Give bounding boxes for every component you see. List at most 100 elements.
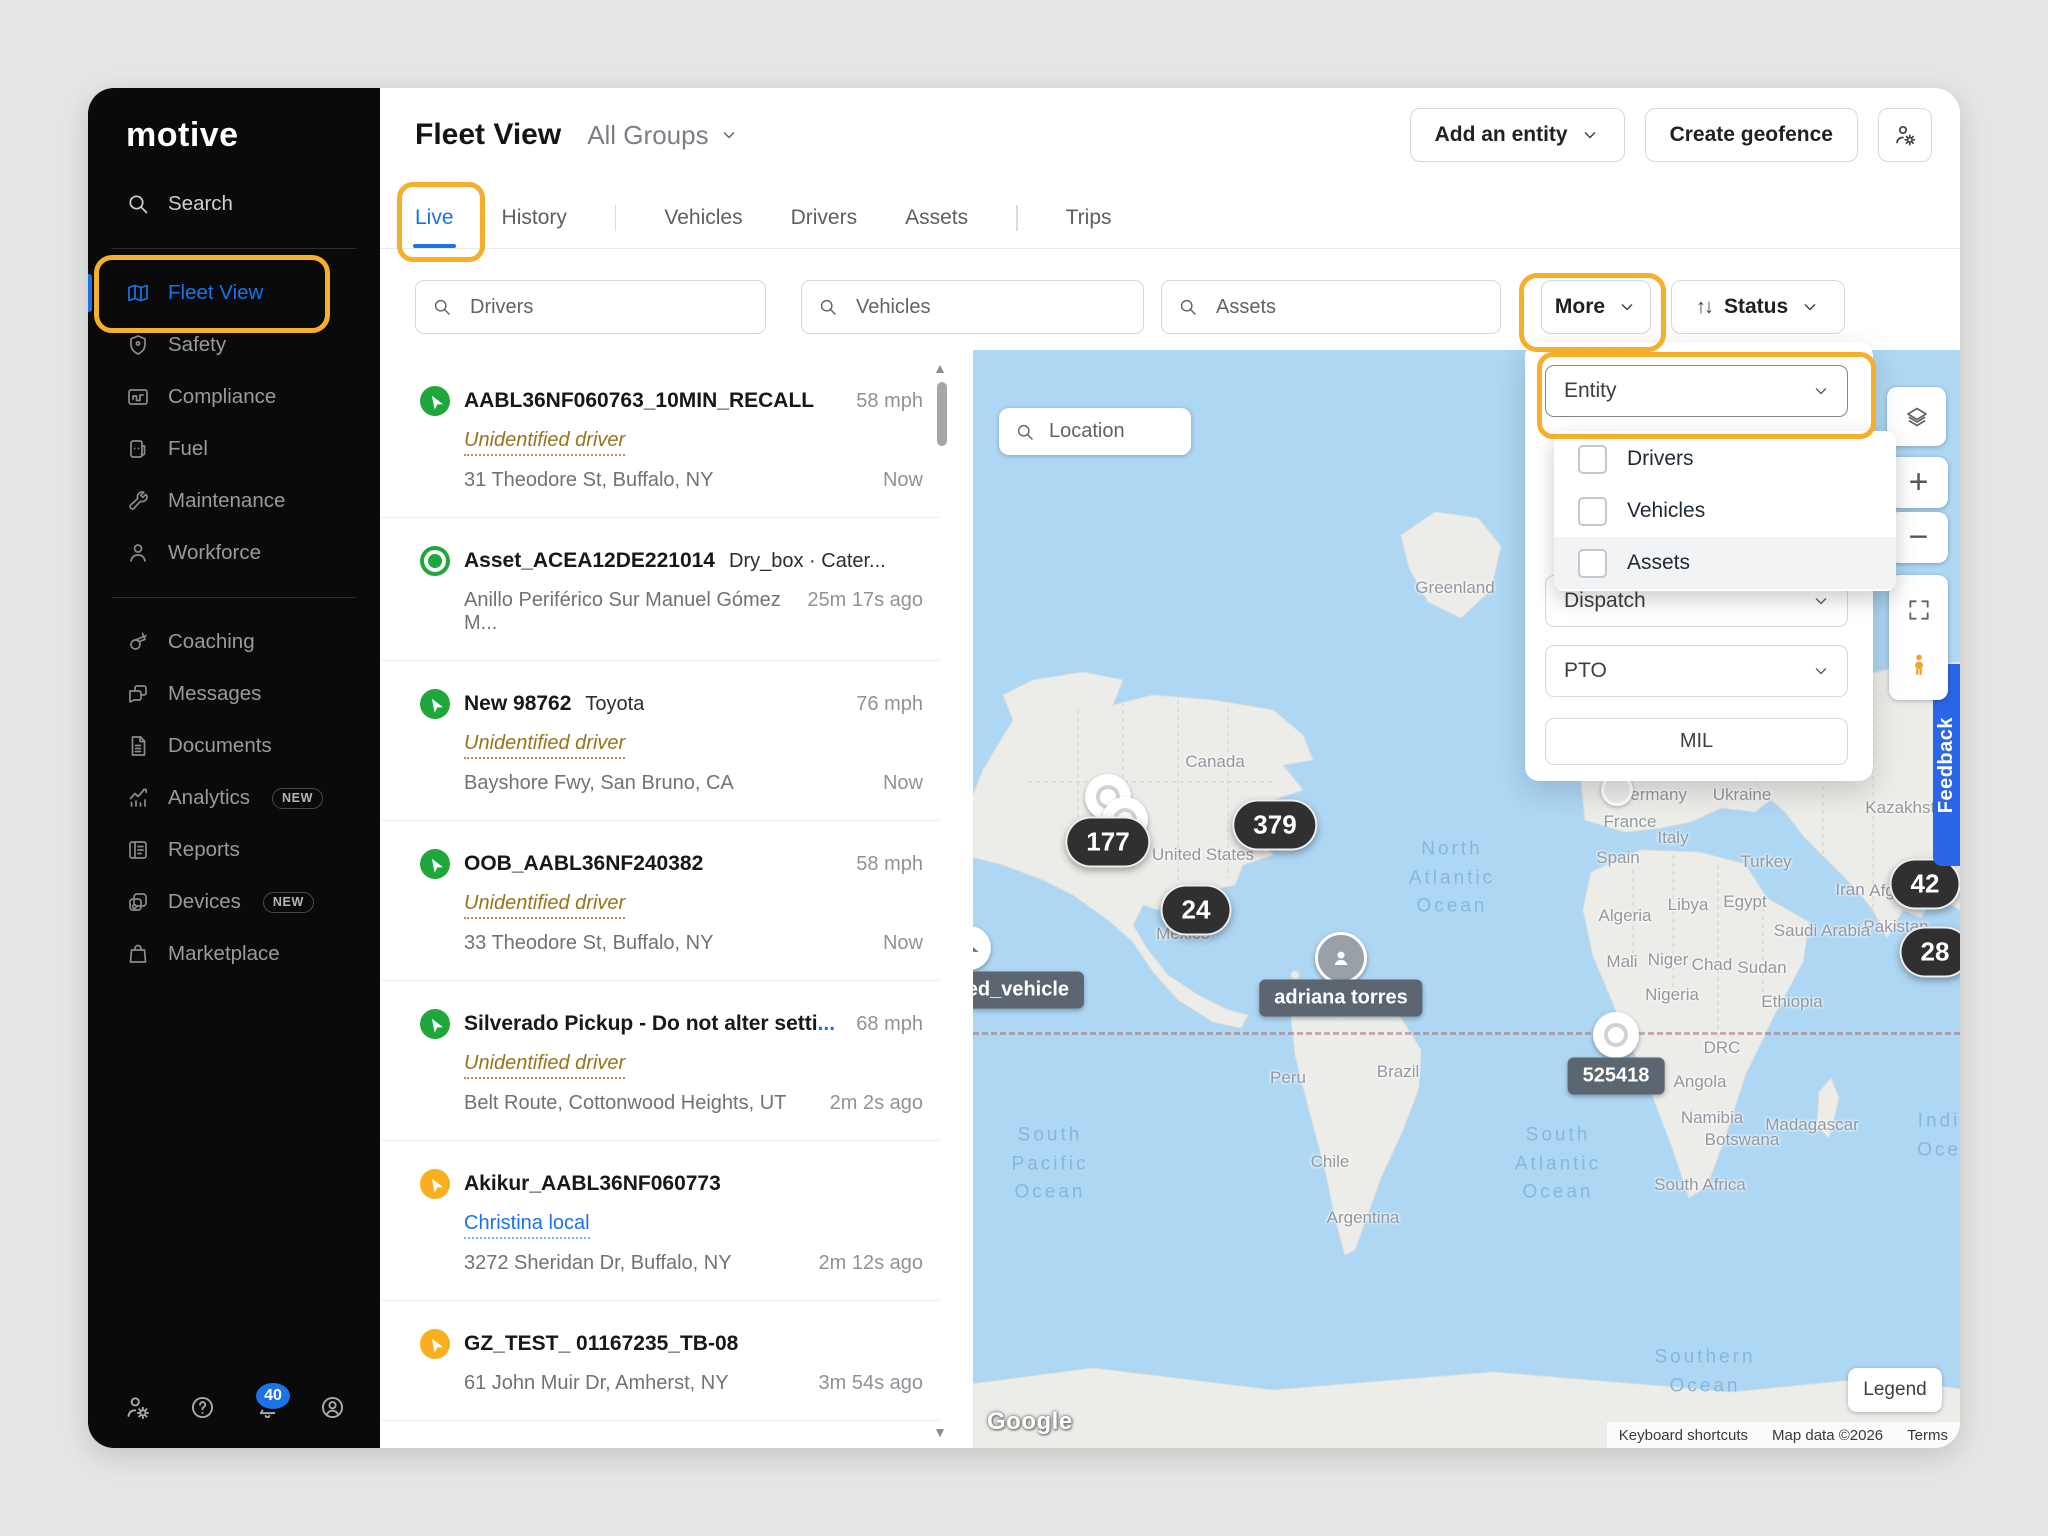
help-icon [189, 1394, 216, 1421]
group-filter-dropdown[interactable]: All Groups [587, 120, 738, 151]
assets-search-field[interactable] [1214, 295, 1492, 320]
driver-link[interactable]: Unidentified driver [464, 892, 625, 919]
drivers-search-input[interactable] [415, 280, 766, 334]
list-item-jim-dump-trailer[interactable]: Jim Dump TrailerDump_tipper · Horizon L.… [380, 1421, 953, 1448]
tab-history[interactable]: History [502, 188, 567, 248]
tab-trips[interactable]: Trips [1066, 188, 1112, 248]
last-update-time: Now [871, 469, 923, 492]
list-item-asset-acea12de221014[interactable]: Asset_ACEA12DE221014Dry_box · Cater...An… [380, 518, 953, 661]
entity-option-drivers[interactable]: Drivers [1554, 433, 1896, 485]
entity-option-assets[interactable]: Assets [1554, 537, 1896, 589]
map-icon [126, 281, 150, 305]
entity-select[interactable]: Entity [1545, 365, 1848, 417]
sidebar-item-marketplace[interactable]: Marketplace [88, 928, 380, 980]
list-item-row: GZ_TEST_ 01167235_TB-08 [420, 1329, 923, 1359]
sidebar-item-fleet-view[interactable]: Fleet View [88, 267, 380, 319]
list-item-oob-aabl36nf240382[interactable]: OOB_AABL36NF24038258 mphUnidentified dri… [380, 821, 953, 981]
map-entity-label[interactable]: adriana torres [1259, 980, 1422, 1017]
list-item-row: Silverado Pickup - Do not alter setti...… [420, 1009, 923, 1039]
tab-vehicles[interactable]: Vehicles [664, 188, 742, 248]
more-filters-button[interactable]: More [1541, 280, 1651, 334]
sidebar-item-workforce[interactable]: Workforce [88, 527, 380, 579]
sidebar-item-search[interactable]: Search [88, 178, 380, 230]
map-person-marker[interactable] [1315, 932, 1367, 984]
map-zoom-out-button[interactable]: − [1889, 512, 1948, 563]
map-cluster-badge[interactable]: 28 [1900, 927, 1960, 978]
sidebar-item-label: Fleet View [168, 281, 263, 305]
scroll-down-arrow[interactable]: ▼ [933, 1424, 947, 1440]
account-button[interactable] [319, 1394, 346, 1426]
fuel-icon [126, 437, 150, 461]
tab-drivers[interactable]: Drivers [791, 188, 858, 248]
assets-search-input[interactable] [1161, 280, 1501, 334]
status-sort-button[interactable]: ↑↓ Status [1671, 280, 1845, 334]
country-label: Ukraine [1713, 785, 1772, 805]
truncation-ellipsis: ... [818, 1012, 836, 1035]
list-item-silverado-pickup-do-not-alter-setti[interactable]: Silverado Pickup - Do not alter setti...… [380, 981, 953, 1141]
scroll-up-arrow[interactable]: ▲ [933, 360, 947, 376]
sidebar-item-devices[interactable]: DevicesNEW [88, 876, 380, 928]
map-layers-button[interactable] [1887, 387, 1946, 446]
attribution-item[interactable]: Terms [1895, 1427, 1960, 1444]
vehicle-speed: 58 mph [856, 853, 923, 876]
search-icon [432, 297, 452, 317]
tab-assets[interactable]: Assets [905, 188, 968, 248]
sidebar-item-analytics[interactable]: AnalyticsNEW [88, 772, 380, 824]
list-item-aabl36nf060763-10min-recall[interactable]: AABL36NF060763_10MIN_RECALL58 mphUnident… [380, 358, 953, 518]
fullscreen-icon[interactable] [1906, 597, 1932, 623]
pto-select[interactable]: PTO [1545, 645, 1848, 697]
chevron-down-icon [1617, 297, 1637, 317]
driver-link[interactable]: Christina local [464, 1212, 590, 1239]
map-cluster-badge[interactable]: 24 [1161, 885, 1232, 936]
page-title: Fleet View [415, 118, 561, 152]
country-label: United States [1152, 845, 1254, 865]
checkbox-drivers[interactable] [1578, 445, 1607, 474]
vehicles-search-field[interactable] [854, 295, 1135, 320]
create-geofence-button[interactable]: Create geofence [1645, 108, 1858, 162]
scrollbar-thumb[interactable] [937, 382, 947, 446]
sidebar-item-safety[interactable]: Safety [88, 319, 380, 371]
list-item-new-98762[interactable]: New 98762Toyota76 mphUnidentified driver… [380, 661, 953, 821]
list-item-akikur-aabl36nf060773[interactable]: Akikur_AABL36NF060773Christina local3272… [380, 1141, 953, 1301]
list-item-gz-test-01167235-tb-08[interactable]: GZ_TEST_ 01167235_TB-0861 John Muir Dr, … [380, 1301, 953, 1421]
admin-user-button[interactable] [1878, 108, 1932, 162]
driver-link[interactable]: Unidentified driver [464, 1052, 625, 1079]
sidebar-item-compliance[interactable]: Compliance [88, 371, 380, 423]
checkbox-assets[interactable] [1578, 549, 1607, 578]
map-cluster-badge[interactable]: 379 [1232, 800, 1317, 851]
entity-option-vehicles[interactable]: Vehicles [1554, 485, 1896, 537]
driver-link[interactable]: Unidentified driver [464, 732, 625, 759]
map-location-search[interactable]: Location [999, 408, 1191, 455]
attribution-item[interactable]: Keyboard shortcuts [1607, 1427, 1760, 1444]
mil-button[interactable]: MIL [1545, 718, 1848, 765]
sidebar-item-maintenance[interactable]: Maintenance [88, 475, 380, 527]
checkbox-vehicles[interactable] [1578, 497, 1607, 526]
map-vehicle-marker[interactable] [1593, 1012, 1639, 1058]
sidebar-item-messages[interactable]: Messages [88, 668, 380, 720]
sidebar-item-coaching[interactable]: Coaching [88, 616, 380, 668]
admin-settings-button[interactable] [124, 1394, 151, 1426]
attribution-item[interactable]: Map data ©2026 [1760, 1427, 1895, 1444]
notifications-button[interactable]: 40 [254, 1394, 281, 1426]
list-item-row: Akikur_AABL36NF060773 [420, 1169, 923, 1199]
driver-link[interactable]: Unidentified driver [464, 429, 625, 456]
help-button[interactable] [189, 1394, 216, 1426]
vehicles-search-input[interactable] [801, 280, 1144, 334]
sidebar-item-label: Devices [168, 890, 241, 914]
pegman-icon[interactable] [1906, 652, 1932, 678]
sidebar-item-documents[interactable]: Documents [88, 720, 380, 772]
add-entity-button[interactable]: Add an entity [1410, 108, 1625, 162]
map-entity-label[interactable]: 525418 [1568, 1058, 1665, 1095]
tab-live[interactable]: Live [415, 188, 454, 248]
drivers-search-field[interactable] [468, 295, 757, 320]
map-zoom-in-button[interactable]: + [1889, 457, 1948, 508]
last-update-time: 2m 2s ago [818, 1092, 923, 1115]
sidebar-item-reports[interactable]: Reports [88, 824, 380, 876]
chevron-down-icon [1811, 591, 1831, 611]
map-cluster-badge[interactable]: 177 [1065, 817, 1150, 868]
map-entity-label[interactable]: ated_vehicle [973, 972, 1084, 1009]
map-cluster-badge[interactable]: 42 [1890, 859, 1960, 910]
sidebar-item-fuel[interactable]: Fuel [88, 423, 380, 475]
legend-button[interactable]: Legend [1848, 1368, 1942, 1412]
country-label: Argentina [1327, 1208, 1400, 1228]
